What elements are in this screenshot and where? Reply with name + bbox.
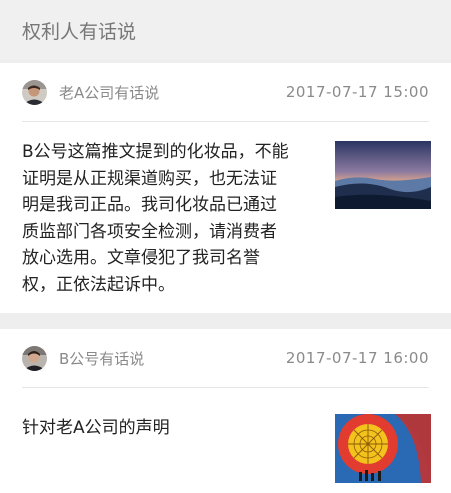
post-time: 2017-07-17 16:00 — [285, 349, 429, 367]
page-header: 权利人有话说 — [0, 0, 451, 60]
post-body: B公号这篇推文提到的化妆品，不能证明是从正规渠道购买，也无法证明是我司正品。我司… — [0, 122, 451, 298]
post-header: B公号有话说 2017-07-17 16:00 — [0, 329, 451, 387]
author-name[interactable]: 老A公司有话说 — [59, 82, 286, 103]
post-text: B公号这篇推文提到的化妆品，不能证明是从正规渠道购买，也无法证明是我司正品。我司… — [22, 142, 289, 295]
post-thumbnail[interactable] — [335, 414, 431, 483]
page-title: 权利人有话说 — [22, 20, 137, 43]
author-name[interactable]: B公号有话说 — [59, 348, 286, 369]
avatar[interactable] — [22, 345, 47, 371]
post-card[interactable]: B公号有话说 2017-07-17 16:00 针对老A公司的声明 — [0, 329, 451, 493]
post-time: 2017-07-17 15:00 — [285, 83, 429, 101]
post-card[interactable]: 老A公司有话说 2017-07-17 15:00 B公号这篇推文提到的化妆品，不… — [0, 63, 451, 313]
post-header: 老A公司有话说 2017-07-17 15:00 — [0, 63, 451, 121]
post-body: 针对老A公司的声明 — [0, 388, 451, 483]
post-text: 针对老A公司的声明 — [22, 418, 170, 438]
avatar[interactable] — [22, 79, 47, 105]
post-thumbnail[interactable] — [335, 141, 431, 209]
